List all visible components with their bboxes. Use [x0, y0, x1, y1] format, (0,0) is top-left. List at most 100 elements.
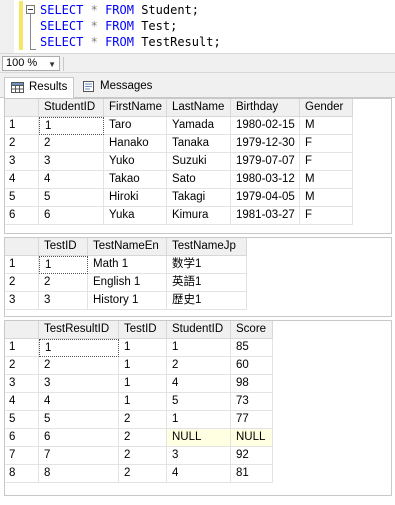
table-cell[interactable]: 2 — [39, 135, 104, 153]
query-text[interactable]: SELECT * FROM Student; SELECT * FROM Test… — [40, 2, 221, 50]
table-cell[interactable]: 85 — [231, 339, 273, 357]
table-cell[interactable]: 4 — [167, 465, 231, 483]
table-cell[interactable]: 81 — [231, 465, 273, 483]
table-cell[interactable]: Hanako — [104, 135, 167, 153]
table-cell[interactable]: History 1 — [88, 292, 167, 310]
table-cell[interactable]: M — [300, 117, 353, 135]
column-header[interactable]: StudentID — [39, 99, 104, 117]
table-cell[interactable]: 6 — [39, 429, 119, 447]
table-cell[interactable]: Taro — [104, 117, 167, 135]
table-cell[interactable]: 6 — [39, 207, 104, 225]
table-cell[interactable]: F — [300, 153, 353, 171]
table-cell[interactable]: 1979-04-05 — [231, 189, 300, 207]
column-header[interactable]: TestNameJp — [167, 238, 247, 256]
table-cell[interactable]: 4 — [39, 171, 104, 189]
table-cell[interactable]: M — [300, 189, 353, 207]
table-row[interactable]: 4 4 Takao Sato 1980-03-12 M — [5, 171, 391, 189]
column-header[interactable]: TestID — [39, 238, 88, 256]
column-header[interactable]: Score — [231, 321, 273, 339]
table-row[interactable]: 2 2 English 1 英語1 — [5, 274, 391, 292]
table-cell[interactable]: 1 — [119, 339, 167, 357]
table-row[interactable]: 5 5 Hiroki Takagi 1979-04-05 M — [5, 189, 391, 207]
table-cell[interactable]: Kimura — [167, 207, 231, 225]
zoom-select[interactable]: 100 % ▼ — [2, 56, 60, 71]
table-cell[interactable]: 2 — [39, 357, 119, 375]
results-grid-student[interactable]: StudentID FirstName LastName Birthday Ge… — [4, 98, 392, 234]
query-editor[interactable]: SELECT * FROM Student; SELECT * FROM Test… — [0, 0, 395, 53]
table-cell[interactable]: 数学1 — [167, 256, 247, 274]
column-header[interactable]: FirstName — [104, 99, 167, 117]
table-cell[interactable]: 1 — [119, 375, 167, 393]
column-header[interactable]: Gender — [300, 99, 353, 117]
table-cell[interactable]: 5 — [39, 189, 104, 207]
table-row[interactable]: 5 5 2 1 77 — [5, 411, 391, 429]
table-row[interactable]: 6 6 Yuka Kimura 1981-03-27 F — [5, 207, 391, 225]
column-header[interactable]: Birthday — [231, 99, 300, 117]
table-row[interactable]: 2 2 1 2 60 — [5, 357, 391, 375]
table-cell[interactable]: 98 — [231, 375, 273, 393]
table-cell[interactable]: 1 — [39, 339, 119, 357]
table-cell[interactable]: 3 — [167, 447, 231, 465]
table-row[interactable]: 3 3 History 1 歴史1 — [5, 292, 391, 310]
table-row[interactable]: 2 2 Hanako Tanaka 1979-12-30 F — [5, 135, 391, 153]
null-cell[interactable]: NULL — [167, 429, 231, 447]
table-row[interactable]: 6 6 2 NULL NULL — [5, 429, 391, 447]
column-header[interactable]: TestResultID — [39, 321, 119, 339]
table-row[interactable]: 1 1 Taro Yamada 1980-02-15 M — [5, 117, 391, 135]
tab-results[interactable]: Results — [4, 77, 74, 98]
table-row[interactable]: 7 7 2 3 92 — [5, 447, 391, 465]
table-cell[interactable]: 3 — [39, 292, 88, 310]
column-header[interactable]: StudentID — [167, 321, 231, 339]
results-grid-test[interactable]: TestID TestNameEn TestNameJp 1 1 Math 1 … — [4, 237, 392, 317]
collapse-icon[interactable] — [26, 5, 35, 14]
table-cell[interactable]: 77 — [231, 411, 273, 429]
table-cell[interactable]: Takao — [104, 171, 167, 189]
table-cell[interactable]: 2 — [119, 429, 167, 447]
table-cell[interactable]: 4 — [167, 375, 231, 393]
table-cell[interactable]: Yamada — [167, 117, 231, 135]
table-row[interactable]: 3 3 1 4 98 — [5, 375, 391, 393]
table-cell[interactable]: 1979-07-07 — [231, 153, 300, 171]
table-cell[interactable]: 2 — [167, 357, 231, 375]
table-cell[interactable]: Sato — [167, 171, 231, 189]
table-cell[interactable]: Hiroki — [104, 189, 167, 207]
table-row[interactable]: 1 1 1 1 85 — [5, 339, 391, 357]
table-cell[interactable]: 2 — [119, 447, 167, 465]
table-cell[interactable]: 5 — [167, 393, 231, 411]
column-header[interactable]: LastName — [167, 99, 231, 117]
table-cell[interactable]: 歴史1 — [167, 292, 247, 310]
table-cell[interactable]: 英語1 — [167, 274, 247, 292]
table-cell[interactable]: 1 — [167, 339, 231, 357]
table-row[interactable]: 1 1 Math 1 数学1 — [5, 256, 391, 274]
table-row[interactable]: 3 3 Yuko Suzuki 1979-07-07 F — [5, 153, 391, 171]
table-row[interactable]: 8 8 2 4 81 — [5, 465, 391, 483]
table-cell[interactable]: M — [300, 171, 353, 189]
table-cell[interactable]: 2 — [119, 411, 167, 429]
null-cell[interactable]: NULL — [231, 429, 273, 447]
table-cell[interactable]: 60 — [231, 357, 273, 375]
table-cell[interactable]: 7 — [39, 447, 119, 465]
table-cell[interactable]: 8 — [39, 465, 119, 483]
table-cell[interactable]: Yuka — [104, 207, 167, 225]
table-cell[interactable]: 1 — [119, 393, 167, 411]
table-cell[interactable]: F — [300, 135, 353, 153]
table-cell[interactable]: Yuko — [104, 153, 167, 171]
table-cell[interactable]: 1 — [39, 256, 88, 274]
table-cell[interactable]: English 1 — [88, 274, 167, 292]
table-cell[interactable]: 2 — [39, 274, 88, 292]
table-cell[interactable]: 1980-02-15 — [231, 117, 300, 135]
table-cell[interactable]: 92 — [231, 447, 273, 465]
table-cell[interactable]: 5 — [39, 411, 119, 429]
table-cell[interactable]: 2 — [119, 465, 167, 483]
column-header[interactable]: TestNameEn — [88, 238, 167, 256]
results-grid-testresult[interactable]: TestResultID TestID StudentID Score 1 1 … — [4, 320, 392, 496]
tab-messages[interactable]: Messages — [76, 77, 154, 98]
table-row[interactable]: 4 4 1 5 73 — [5, 393, 391, 411]
table-cell[interactable]: 1 — [119, 357, 167, 375]
table-cell[interactable]: 1980-03-12 — [231, 171, 300, 189]
table-cell[interactable]: Suzuki — [167, 153, 231, 171]
table-cell[interactable]: 1979-12-30 — [231, 135, 300, 153]
table-cell[interactable]: 1 — [39, 117, 104, 135]
table-cell[interactable]: 73 — [231, 393, 273, 411]
column-header[interactable]: TestID — [119, 321, 167, 339]
